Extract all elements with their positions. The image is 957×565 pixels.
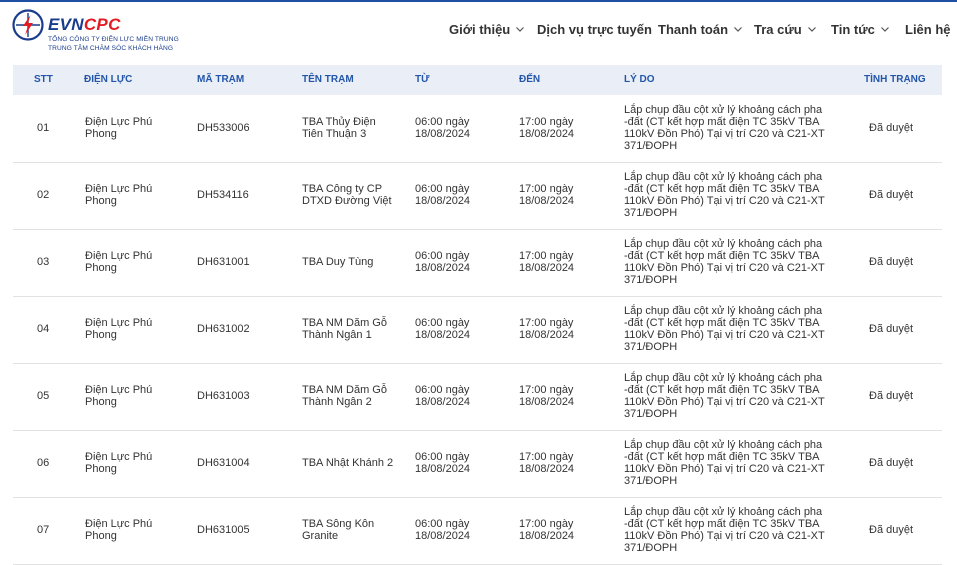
cell-ma-tram: DH631002 (197, 323, 250, 335)
nav-label: Tra cứu (754, 22, 802, 37)
nav-label: Dịch vụ trực tuyến (537, 22, 652, 37)
cell-dien-luc: Điện Lực Phú Phong (85, 384, 153, 408)
cell-ma-tram: DH631004 (197, 457, 250, 469)
cell-stt: 07 (37, 524, 50, 536)
nav-thanh-toan[interactable]: Thanh toán (658, 22, 742, 42)
cell-tu: 06:00 ngày 18/08/2024 (415, 317, 471, 341)
col-header-dien-luc: ĐIỆN LỰC (84, 74, 133, 85)
brand-evn: EVN (48, 15, 84, 34)
table-row: 05 Điện Lực Phú Phong DH631003 TBA NM Dă… (13, 363, 942, 431)
cell-ten-tram: TBA Thủy Điện Tiên Thuận 3 (302, 116, 376, 140)
status-badge: Đã duyệt (869, 323, 914, 335)
cell-ly-do: Lắp chụp đầu cột xử lý khoảng cách pha -… (624, 372, 825, 420)
col-header-den: ĐẾN (519, 74, 541, 85)
nav-label: Thanh toán (658, 22, 729, 37)
status-badge: Đã duyệt (869, 390, 914, 402)
cell-ly-do: Lắp chụp đầu cột xử lý khoảng cách pha -… (624, 238, 825, 286)
status-badge: Đã duyệt (869, 189, 914, 201)
cell-dien-luc: Điện Lực Phú Phong (85, 451, 153, 475)
cell-ly-do: Lắp chụp đầu cột xử lý khoảng cách pha -… (624, 439, 825, 487)
cell-den: 17:00 ngày 18/08/2024 (519, 183, 575, 207)
cell-dien-luc: Điện Lực Phú Phong (85, 250, 153, 274)
table-row: 06 Điện Lực Phú Phong DH631004 TBA Nhật … (13, 430, 942, 498)
cell-ten-tram: TBA Sông Kôn Granite (302, 518, 375, 542)
cell-ly-do: Lắp chụp đầu cột xử lý khoảng cách pha -… (624, 171, 825, 219)
evncpc-logo[interactable]: EVNCPC TỔNG CÔNG TY ĐIỆN LỰC MIỀN TRUNG … (12, 6, 212, 58)
chevron-down-icon (807, 27, 816, 32)
cell-dien-luc: Điện Lực Phú Phong (85, 183, 153, 207)
table-row: 04 Điện Lực Phú Phong DH631002 TBA NM Dă… (13, 296, 942, 364)
nav-lien-he[interactable]: Liên hệ (905, 22, 951, 42)
cell-tu: 06:00 ngày 18/08/2024 (415, 518, 471, 542)
cell-dien-luc: Điện Lực Phú Phong (85, 518, 153, 542)
nav-tra-cuu[interactable]: Tra cứu (754, 22, 816, 42)
cell-ma-tram: DH631001 (197, 256, 250, 268)
col-header-ten-tram: TÊN TRẠM (302, 74, 354, 85)
cell-tu: 06:00 ngày 18/08/2024 (415, 451, 471, 475)
cell-ma-tram: DH534116 (197, 189, 249, 201)
cell-den: 17:00 ngày 18/08/2024 (519, 451, 575, 475)
chevron-down-icon (880, 27, 889, 32)
nav-label: Giới thiệu (449, 22, 511, 37)
status-badge: Đã duyệt (869, 524, 914, 536)
cell-stt: 01 (37, 122, 50, 134)
cell-den: 17:00 ngày 18/08/2024 (519, 317, 575, 341)
chevron-down-icon (734, 27, 742, 32)
cell-dien-luc: Điện Lực Phú Phong (85, 317, 153, 341)
status-badge: Đã duyệt (869, 122, 914, 134)
nav-label: Tin tức (831, 22, 875, 37)
nav-label: Liên hệ (905, 22, 951, 37)
cell-ten-tram: TBA Duy Tùng (302, 256, 374, 268)
site-header: EVNCPC TỔNG CÔNG TY ĐIỆN LỰC MIỀN TRUNG … (0, 2, 957, 62)
cell-den: 17:00 ngày 18/08/2024 (519, 116, 575, 140)
nav-dich-vu-truc-tuyen[interactable]: Dịch vụ trực tuyến (537, 22, 652, 42)
brand-name: EVNCPC (48, 15, 121, 35)
table-row: 01 Điện Lực Phú Phong DH533006 TBA Thủy … (13, 95, 942, 163)
cell-stt: 04 (37, 323, 50, 335)
col-header-ly-do: LÝ DO (624, 74, 655, 85)
cell-ly-do: Lắp chụp đầu cột xử lý khoảng cách pha -… (624, 104, 825, 152)
cell-stt: 02 (37, 189, 50, 201)
cell-ma-tram: DH631005 (197, 524, 250, 536)
chevron-down-icon (516, 27, 525, 32)
cell-tu: 06:00 ngày 18/08/2024 (415, 183, 471, 207)
col-header-tu: TỪ (415, 74, 430, 85)
cell-ten-tram: TBA Công ty CP DTXD Đường Việt (302, 183, 392, 207)
evn-logo-icon (12, 9, 44, 41)
cell-den: 17:00 ngày 18/08/2024 (519, 518, 575, 542)
status-badge: Đã duyệt (869, 256, 914, 268)
cell-tu: 06:00 ngày 18/08/2024 (415, 116, 471, 140)
brand-subtitle-1: TỔNG CÔNG TY ĐIỆN LỰC MIỀN TRUNG (48, 36, 179, 43)
cell-tu: 06:00 ngày 18/08/2024 (415, 250, 471, 274)
cell-tu: 06:00 ngày 18/08/2024 (415, 384, 471, 408)
brand-cpc: CPC (83, 15, 121, 34)
cell-ten-tram: TBA Nhật Khánh 2 (302, 457, 394, 469)
col-header-tinh-trang: TÌNH TRẠNG (864, 74, 926, 85)
table-row: 07 Điện Lực Phú Phong DH631005 TBA Sông … (13, 497, 942, 565)
cell-stt: 06 (37, 457, 50, 469)
cell-stt: 03 (37, 256, 50, 268)
cell-stt: 05 (37, 390, 50, 402)
cell-ma-tram: DH631003 (197, 390, 250, 402)
cell-ly-do: Lắp chụp đầu cột xử lý khoảng cách pha -… (624, 506, 825, 554)
nav-gioi-thieu[interactable]: Giới thiệu (449, 22, 525, 42)
table-row: 03 Điện Lực Phú Phong DH631001 TBA Duy T… (13, 229, 942, 297)
table-header-row: STT ĐIỆN LỰC MÃ TRẠM TÊN TRẠM TỪ ĐẾN LÝ … (13, 65, 942, 95)
cell-ten-tram: TBA NM Dăm Gỗ Thành Ngân 2 (302, 384, 387, 408)
cell-den: 17:00 ngày 18/08/2024 (519, 384, 575, 408)
table-row: 02 Điện Lực Phú Phong DH534116 TBA Công … (13, 162, 942, 230)
cell-ten-tram: TBA NM Dăm Gỗ Thành Ngân 1 (302, 317, 387, 341)
cell-ly-do: Lắp chụp đầu cột xử lý khoảng cách pha -… (624, 305, 825, 353)
brand-subtitle-2: TRUNG TÂM CHĂM SÓC KHÁCH HÀNG (48, 45, 174, 52)
status-badge: Đã duyệt (869, 457, 914, 469)
cell-den: 17:00 ngày 18/08/2024 (519, 250, 575, 274)
col-header-stt: STT (34, 74, 53, 85)
nav-tin-tuc[interactable]: Tin tức (831, 22, 889, 42)
col-header-ma-tram: MÃ TRẠM (197, 74, 245, 85)
cell-dien-luc: Điện Lực Phú Phong (85, 116, 153, 140)
cell-ma-tram: DH533006 (197, 122, 250, 134)
